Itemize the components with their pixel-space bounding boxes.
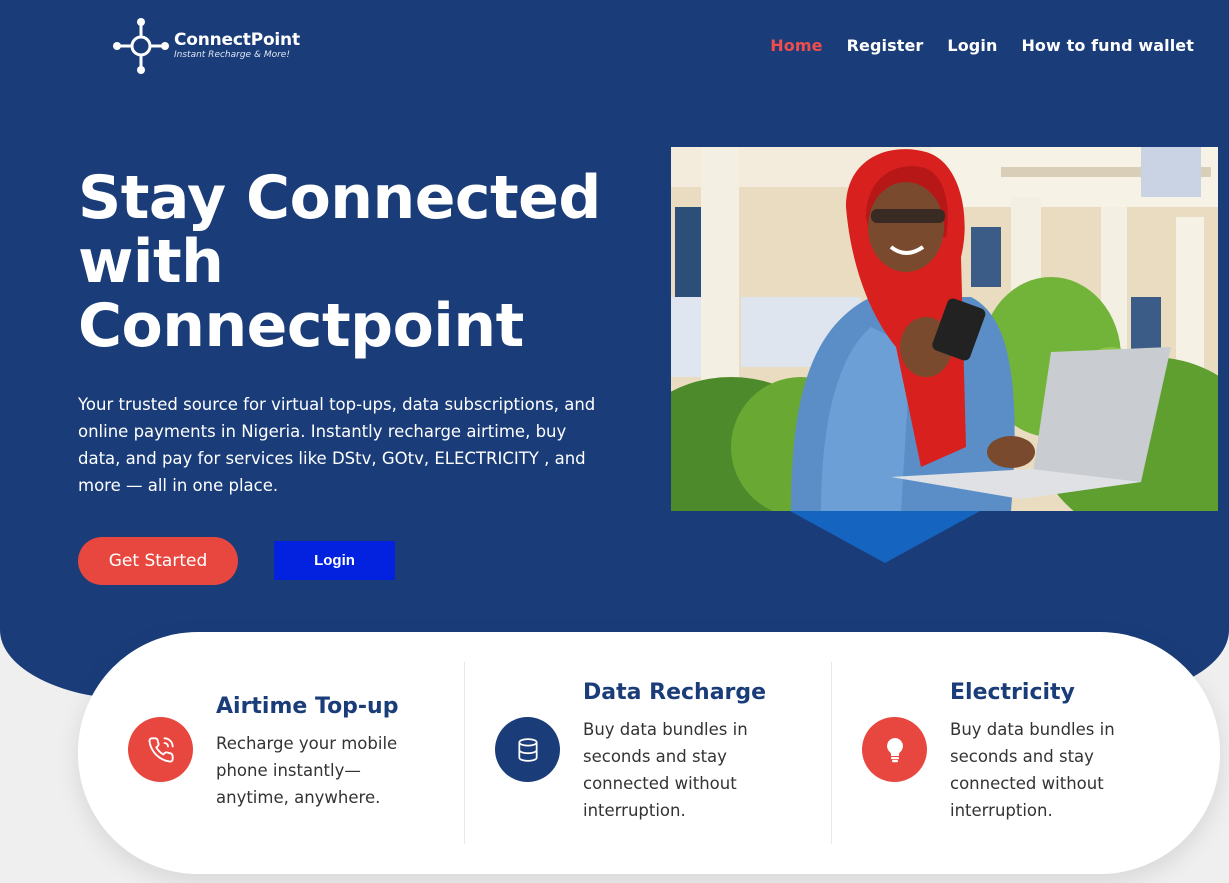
database-icon (495, 717, 560, 782)
hero-login-button[interactable]: Login (274, 541, 395, 580)
headline-line-2: with (78, 227, 224, 297)
nav-register[interactable]: Register (847, 36, 924, 55)
lightbulb-icon (862, 717, 927, 782)
hero-headline: Stay Connected with Connectpoint (78, 166, 638, 358)
main-nav: Home Register Login How to fund wallet (770, 36, 1194, 55)
headline-line-3: Connectpoint (78, 291, 524, 361)
service-description: Recharge your mobile phone instantly—any… (216, 734, 398, 807)
service-airtime[interactable]: Airtime Top-up Recharge your mobile phon… (78, 632, 464, 874)
photo-pointer-shape (790, 511, 980, 563)
get-started-button[interactable]: Get Started (78, 537, 238, 585)
nav-fund-wallet[interactable]: How to fund wallet (1021, 36, 1194, 55)
services-card: Airtime Top-up Recharge your mobile phon… (78, 632, 1220, 874)
nav-login[interactable]: Login (947, 36, 997, 55)
nav-home[interactable]: Home (770, 36, 822, 55)
service-title: Data Recharge (583, 680, 767, 705)
phone-call-icon (128, 717, 193, 782)
service-title: Airtime Top-up (216, 694, 399, 719)
hero-photo (671, 147, 1218, 511)
hero-lead-text: Your trusted source for virtual top-ups,… (78, 395, 596, 495)
service-data[interactable]: Data Recharge Buy data bundles in second… (465, 632, 831, 874)
service-title: Electricity (950, 680, 1075, 705)
network-node-icon (113, 18, 169, 74)
service-electricity[interactable]: Electricity Buy data bundles in seconds … (832, 632, 1220, 874)
brand-name: ConnectPoint (174, 30, 300, 50)
brand-logo[interactable]: ConnectPoint Instant Recharge & More! (112, 17, 300, 75)
service-description: Buy data bundles in seconds and stay con… (950, 720, 1115, 820)
hero-section: ConnectPoint Instant Recharge & More! Ho… (0, 0, 1229, 700)
service-description: Buy data bundles in seconds and stay con… (583, 720, 748, 820)
headline-line-1: Stay Connected (78, 163, 601, 233)
brand-tagline: Instant Recharge & More! (174, 50, 290, 60)
